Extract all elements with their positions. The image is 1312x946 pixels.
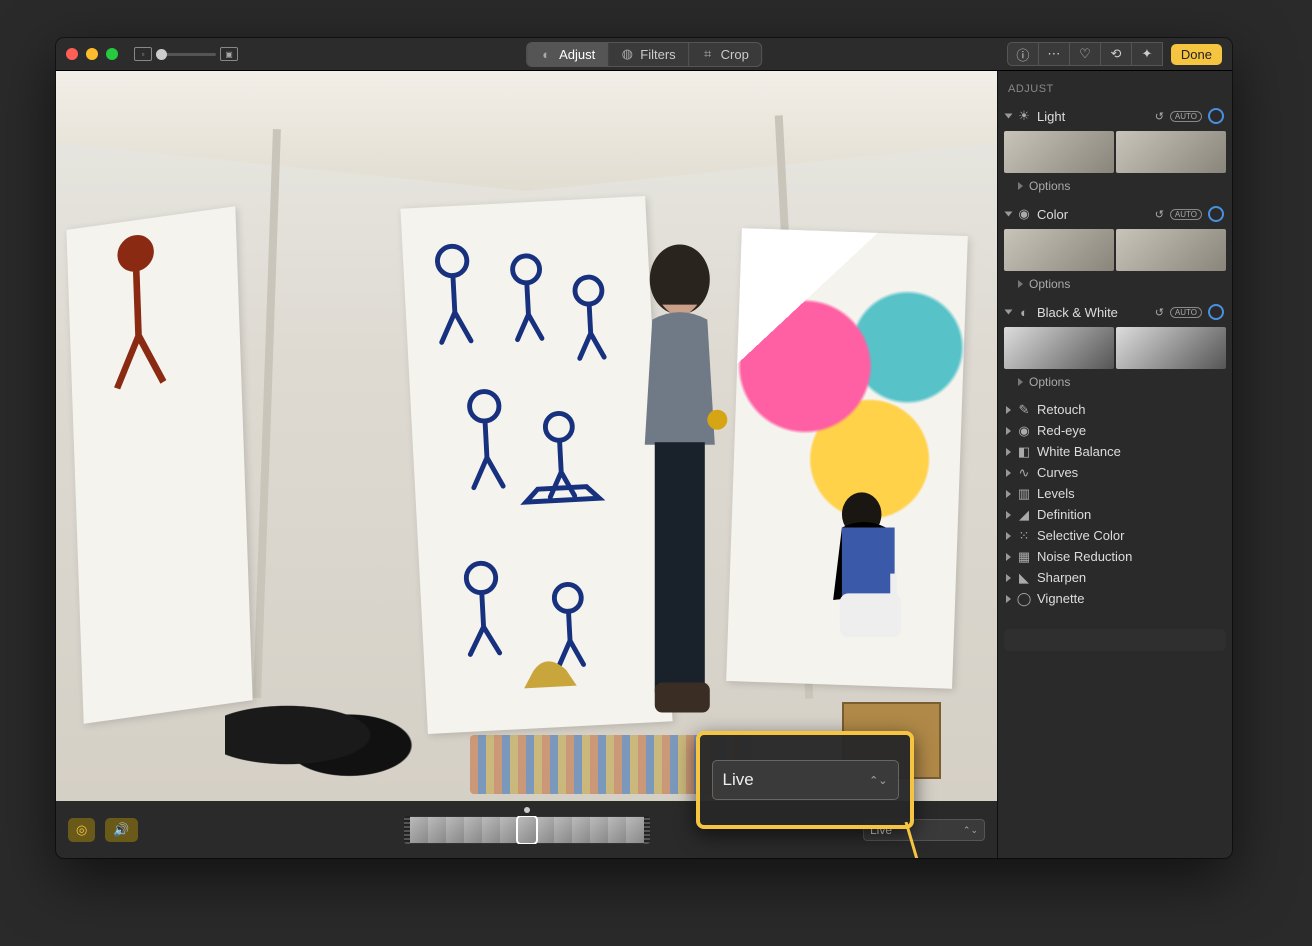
section-vignette[interactable]: ◯Vignette: [1004, 588, 1226, 609]
light-icon: ☀: [1017, 109, 1031, 123]
more-button[interactable]: ⋯: [1039, 42, 1070, 66]
toolbar-right: ⓘ ⋯ ♡ ⟲ ✦ Done: [1007, 42, 1222, 66]
adjust-icon: ◐: [539, 47, 553, 61]
chevron-updown-icon: ⌃⌄: [869, 774, 887, 787]
key-frame-marker: [524, 807, 530, 813]
zoom-out-icon[interactable]: ▫: [134, 47, 152, 61]
filters-icon: ◍: [620, 47, 634, 61]
section-redeye[interactable]: ◉Red-eye: [1004, 420, 1226, 441]
adjust-sidebar: ADJUST ☀ Light ↺ AUTO Options: [997, 71, 1232, 858]
redeye-icon: ◉: [1017, 424, 1031, 438]
favorite-button[interactable]: ♡: [1070, 42, 1101, 66]
bw-icon: ◐: [1017, 305, 1031, 319]
zoom-slider[interactable]: [156, 53, 216, 56]
color-options[interactable]: Options: [1004, 275, 1226, 297]
disclosure-icon: [1005, 114, 1013, 119]
live-photo-badge-button[interactable]: ◎: [68, 818, 95, 842]
section-retouch[interactable]: ✎Retouch: [1004, 399, 1226, 420]
section-light-label: Light: [1037, 109, 1065, 124]
reset-icon[interactable]: ↺: [1155, 208, 1164, 221]
bw-thumbs[interactable]: [1004, 327, 1226, 369]
selective-icon: ⁙: [1017, 529, 1031, 543]
vignette-icon: ◯: [1017, 592, 1031, 606]
heart-icon: ♡: [1079, 46, 1091, 62]
tab-crop-label: Crop: [721, 47, 749, 62]
annotation-callout: Live ⌃⌄: [696, 731, 914, 829]
photos-edit-window: ▫ ▣ ◐ Adjust ◍ Filters ⌗ Crop ⓘ: [56, 38, 1232, 858]
section-light: ☀ Light ↺ AUTO Options: [1004, 105, 1226, 199]
fullscreen-window-button[interactable]: [106, 48, 118, 60]
info-button[interactable]: ⓘ: [1007, 42, 1039, 66]
close-window-button[interactable]: [66, 48, 78, 60]
noise-icon: ▦: [1017, 550, 1031, 564]
disclosure-icon: [1005, 310, 1013, 315]
light-thumbs[interactable]: [1004, 131, 1226, 173]
section-sharpen[interactable]: ◣Sharpen: [1004, 567, 1226, 588]
done-button[interactable]: Done: [1171, 44, 1222, 65]
section-selective-color[interactable]: ⁙Selective Color: [1004, 525, 1226, 546]
zoom-in-icon[interactable]: ▣: [220, 47, 238, 61]
retouch-icon: ✎: [1017, 403, 1031, 417]
section-color: ◉ Color ↺ AUTO Options: [1004, 203, 1226, 297]
callout-label: Live: [723, 770, 754, 790]
section-bw: ◐ Black & White ↺ AUTO Options: [1004, 301, 1226, 395]
tab-adjust-label: Adjust: [559, 47, 595, 62]
selected-frame[interactable]: [518, 817, 536, 843]
more-icon: ⋯: [1047, 46, 1060, 62]
section-color-header[interactable]: ◉ Color ↺ AUTO: [1004, 203, 1226, 225]
tab-adjust[interactable]: ◐ Adjust: [527, 43, 608, 66]
levels-icon: ▥: [1017, 487, 1031, 501]
callout-select[interactable]: Live ⌃⌄: [712, 760, 899, 800]
tab-filters[interactable]: ◍ Filters: [608, 43, 688, 66]
color-icon: ◉: [1017, 207, 1031, 221]
canvas-area: ◎ 🔊 Live ⌃⌄: [56, 71, 997, 858]
curves-icon: ∿: [1017, 466, 1031, 480]
window-controls: [66, 48, 118, 60]
section-light-header[interactable]: ☀ Light ↺ AUTO: [1004, 105, 1226, 127]
auto-button[interactable]: AUTO: [1170, 111, 1202, 122]
speaker-icon: 🔊: [113, 822, 129, 838]
section-definition[interactable]: ◢Definition: [1004, 504, 1226, 525]
reset-icon[interactable]: ↺: [1155, 110, 1164, 123]
audio-toggle-button[interactable]: 🔊: [105, 818, 137, 842]
rotate-button[interactable]: ⟲: [1101, 42, 1132, 66]
wb-icon: ◧: [1017, 445, 1031, 459]
auto-button[interactable]: AUTO: [1170, 307, 1202, 318]
reset-icon[interactable]: ↺: [1155, 306, 1164, 319]
sharpen-icon: ◣: [1017, 571, 1031, 585]
photo-preview[interactable]: [56, 71, 997, 801]
live-photo-filmstrip[interactable]: [404, 816, 650, 844]
auto-button[interactable]: AUTO: [1170, 209, 1202, 220]
section-white-balance[interactable]: ◧White Balance: [1004, 441, 1226, 462]
chevron-updown-icon: ⌃⌄: [963, 825, 978, 836]
crop-icon: ⌗: [701, 47, 715, 61]
reset-adjustments-button[interactable]: [1004, 629, 1226, 651]
color-thumbs[interactable]: [1004, 229, 1226, 271]
enable-ring[interactable]: [1208, 206, 1224, 222]
wand-icon: ✦: [1141, 46, 1152, 62]
edit-mode-tabs: ◐ Adjust ◍ Filters ⌗ Crop: [526, 42, 762, 67]
sidebar-title: ADJUST: [1004, 77, 1226, 105]
light-options[interactable]: Options: [1004, 177, 1226, 199]
tab-filters-label: Filters: [640, 47, 675, 62]
disclosure-icon: [1005, 212, 1013, 217]
rotate-icon: ⟲: [1110, 46, 1121, 62]
titlebar: ▫ ▣ ◐ Adjust ◍ Filters ⌗ Crop ⓘ: [56, 38, 1232, 71]
section-color-label: Color: [1037, 207, 1068, 222]
zoom-control: ▫ ▣: [134, 47, 238, 61]
enable-ring[interactable]: [1208, 304, 1224, 320]
minimize-window-button[interactable]: [86, 48, 98, 60]
info-icon: ⓘ: [1016, 45, 1029, 64]
enable-ring[interactable]: [1208, 108, 1224, 124]
tab-crop[interactable]: ⌗ Crop: [689, 43, 761, 66]
section-noise[interactable]: ▦Noise Reduction: [1004, 546, 1226, 567]
section-bw-label: Black & White: [1037, 305, 1118, 320]
section-curves[interactable]: ∿Curves: [1004, 462, 1226, 483]
bw-options[interactable]: Options: [1004, 373, 1226, 395]
definition-icon: ◢: [1017, 508, 1031, 522]
section-bw-header[interactable]: ◐ Black & White ↺ AUTO: [1004, 301, 1226, 323]
section-levels[interactable]: ▥Levels: [1004, 483, 1226, 504]
live-badge-icon: ◎: [76, 822, 87, 838]
auto-enhance-button[interactable]: ✦: [1132, 42, 1163, 66]
